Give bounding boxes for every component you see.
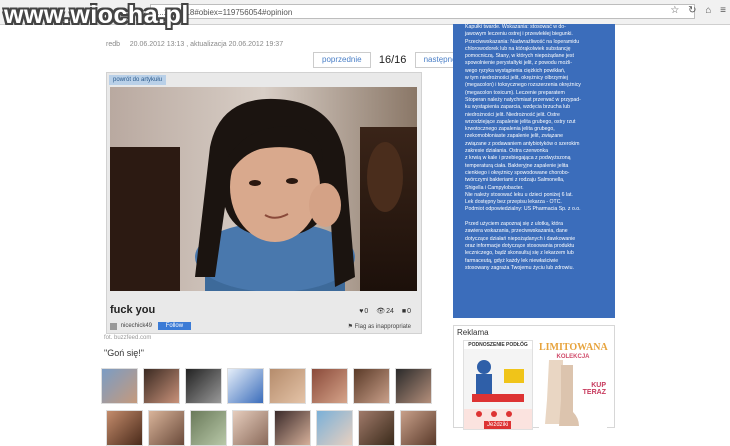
thumbnail[interactable] — [232, 410, 269, 446]
avatar[interactable] — [110, 322, 117, 330]
leaflet-line: zakresie działania. Ostra czerwonka — [465, 148, 549, 155]
views-count: 24 — [386, 308, 394, 315]
ad-boots-image — [545, 360, 579, 426]
address-bar[interactable]: ...158/v/18#obiex=119756054#opinion — [150, 4, 695, 19]
article-meta: redb 20.06.2012 13:13 , aktualizacja 20.… — [106, 41, 283, 48]
username[interactable]: nicechick49 — [121, 323, 152, 329]
ad-floor-image — [464, 349, 532, 429]
photo-source: fot. buzzfeed.com — [104, 335, 152, 341]
leaflet-line: cienkiego i okrężnicy spowodowane chorob… — [465, 169, 570, 176]
ad-boots[interactable]: LIMITOWANA KOLEKCJA KUP TERAZ — [539, 340, 608, 430]
ad-label: Reklama — [457, 328, 489, 337]
flag-text: Flag as inappropriate — [354, 324, 411, 330]
ad-floor-title: PODNOSZENIE PODŁÓG — [468, 342, 528, 348]
back-to-article-link[interactable]: powrót do artykułu — [109, 75, 167, 85]
ad-boots-title: LIMITOWANA — [539, 342, 608, 353]
leaflet-line: Shigella i Campylobacter. — [465, 184, 524, 191]
thumbnail[interactable] — [106, 410, 143, 446]
leaflet-line: (megacolon toxicum). Leczenie preparatem — [465, 89, 565, 96]
ad-box: Reklama PODNOSZENIE PODŁÓG Jeździki LIMI… — [453, 325, 615, 430]
thumbnail[interactable] — [274, 410, 311, 446]
leaflet-line: Nie należy stosować leku u dzieci poniże… — [465, 191, 573, 198]
leaflet-line: pomocniczą. Stany, w których niepożądane… — [465, 53, 574, 60]
leaflet-line: jawowym leczeniu ostrej i przewlekłej bi… — [465, 31, 573, 38]
photo-illustration — [110, 87, 417, 291]
leaflet-line: Przeciwwskazania: Nadwrażliwość na loper… — [465, 38, 580, 45]
follow-button[interactable]: Follow — [157, 322, 192, 330]
thumbnail-strip — [100, 367, 440, 446]
buy-line-1: KUP — [591, 382, 606, 389]
thumbnail[interactable] — [311, 368, 348, 404]
leaflet-line: farmaceutą, gdyż każdy lek niewłaściwie — [465, 257, 559, 264]
thumbnail[interactable] — [395, 368, 432, 404]
photo-caption: fuck you — [110, 304, 156, 316]
likes-count: 0 — [364, 308, 369, 315]
home-icon[interactable]: ⌂ — [705, 5, 711, 16]
thumbnail[interactable] — [227, 368, 264, 404]
leaflet-line: Przed użyciem zapoznaj się z ulotką, któ… — [465, 221, 564, 228]
leaflet-line: Podmiot odpowiedzialny: US Pharmacia Sp.… — [465, 206, 581, 213]
author: redb — [106, 41, 121, 48]
leaflet-line: w tym niedrożności jelit, okrężnicy olbr… — [465, 75, 568, 82]
leaflet-line: Kapułki twarde. Wskazania: stosować w do… — [465, 24, 566, 30]
leaflet-line: twórczymi bakteriami z rodzaju Salmonell… — [465, 177, 565, 184]
thumbnail[interactable] — [316, 410, 353, 446]
leaflet-line: oraz informacje dotyczące stosowania pro… — [465, 242, 575, 249]
thumbnail[interactable] — [185, 368, 222, 404]
leaflet-line: związane z podawaniem antybiotyków o sze… — [465, 140, 580, 147]
leaflet-line: chlorowodorek lub na którąkolwiek substa… — [465, 45, 571, 52]
thumbnail[interactable] — [148, 410, 185, 446]
thumbnail[interactable] — [353, 368, 390, 404]
thumbnail[interactable] — [358, 410, 395, 446]
leaflet-line: dotyczące działań niepożądanych i dawkow… — [465, 235, 576, 242]
thumbnail[interactable] — [269, 368, 306, 404]
flag-icon: ⚑ — [347, 324, 353, 330]
heart-icon[interactable]: ♥ — [359, 308, 363, 315]
leaflet-line: rzekomobłoniaste zapalenie jelit, związa… — [465, 133, 564, 140]
eye-icon: 👁 — [376, 308, 386, 315]
comment-icon[interactable]: ■ — [402, 308, 406, 315]
gallery-pager: poprzednie 16/16 następne — [313, 52, 466, 68]
leaflet-line: wego ryzyka wystąpienia ciężkich powikła… — [465, 67, 566, 74]
leaflet-line: z krwią w kale i przebiegająca z podwyżs… — [465, 155, 571, 162]
leaflet-text: Kapułki twarde. Wskazania: stosować w do… — [465, 24, 611, 272]
page-counter: 16/16 — [378, 54, 407, 66]
ad-floor[interactable]: PODNOSZENIE PODŁÓG Jeździki — [463, 340, 533, 430]
ad-floor-button-label: Jeździki — [487, 422, 509, 428]
leaflet-line: stosowany zagraża Twojemu życiu lub zdro… — [465, 264, 574, 271]
photo-card: powrót do artykułu fuck you ♥0 👁24 ■0 ni… — [106, 72, 422, 334]
leaflet-line: leczniczego, bądź skonsultuj się z lekar… — [465, 250, 574, 257]
comments-count: 0 — [407, 308, 411, 315]
buy-now-label: KUP TERAZ — [583, 382, 606, 396]
watermark-logo: www.wiocha.pl — [4, 1, 189, 29]
leaflet-line: wrzodziejące zapalenie jelita grubego, o… — [465, 118, 576, 125]
leaflet-line: spowolnienie perystaltyki jelit, z powod… — [465, 60, 572, 67]
leaflet-line: zawiera wskazania, przeciwwskazania, dan… — [465, 228, 568, 235]
leaflet-line: ku wystąpienia zaparcia, wzdęcia brzucha… — [465, 104, 570, 111]
photo-stats: ♥0 👁24 ■0 — [353, 307, 411, 315]
sidebar-leaflet: Kapułki twarde. Wskazania: stosować w do… — [453, 24, 615, 318]
leaflet-line: krwotocznego zapalenia jelita grubego, — [465, 126, 555, 133]
photo-quote: "Goń się!" — [104, 348, 144, 358]
leaflet-line: (megacolon) i toksycznego rozszerzenia o… — [465, 82, 581, 89]
leaflet-line: temperaturą ciała. Bakteryjne zapalenie … — [465, 162, 569, 169]
prev-button[interactable]: poprzednie — [313, 52, 371, 68]
settings-icon[interactable]: ≡ — [720, 5, 726, 16]
flag-link[interactable]: ⚑ Flag as inappropriate — [348, 323, 411, 330]
leaflet-line — [465, 214, 611, 221]
thumbnail[interactable] — [400, 410, 437, 446]
thumbnail[interactable] — [101, 368, 138, 404]
thumbnail[interactable] — [190, 410, 227, 446]
refresh-icon[interactable]: ↻ — [688, 5, 696, 16]
buy-line-2: TERAZ — [582, 389, 606, 396]
main-photo — [110, 87, 417, 291]
leaflet-line: Lek dostępny bez przepisu lekarza - OTC. — [465, 199, 562, 206]
user-bar: nicechick49 Follow ⚑ Flag as inappropria… — [110, 322, 417, 332]
article-dates: 20.06.2012 13:13 , aktualizacja 20.06.20… — [129, 41, 284, 48]
browser-nav-icons: ☆ ↻ ⌂ ≡ — [664, 5, 726, 16]
leaflet-line: Stoperan należy natychmiast przerwać w p… — [465, 96, 581, 103]
star-icon[interactable]: ☆ — [670, 5, 679, 16]
leaflet-line: niedrożności jelit. Niedrożność jelit. O… — [465, 111, 560, 118]
thumbnail[interactable] — [143, 368, 180, 404]
